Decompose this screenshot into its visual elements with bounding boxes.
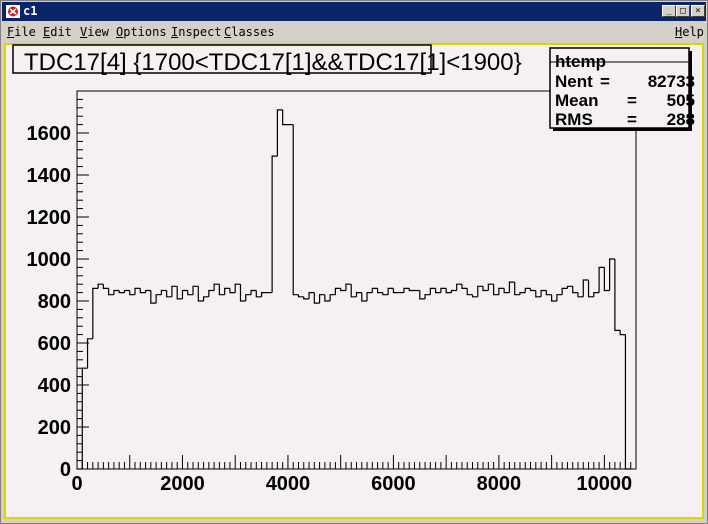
- x-tick-label: 4000: [266, 473, 311, 495]
- close-icon: ×: [695, 6, 701, 16]
- stats-label-rms: RMS: [555, 110, 593, 129]
- x-tick-label: 8000: [477, 473, 522, 495]
- menu-bar: File Edit View Options Inspect Classes H…: [2, 22, 706, 42]
- stats-eq-nent: =: [600, 72, 610, 91]
- y-tick-label: 800: [38, 291, 71, 313]
- y-tick-label: 1200: [27, 207, 72, 229]
- stats-label-nent: Nent: [555, 72, 593, 91]
- y-tick-label: 400: [38, 375, 71, 397]
- menu-file[interactable]: File: [7, 25, 36, 39]
- root-window: c1 _ □ × File Edit View Options Inspect …: [0, 0, 708, 524]
- maximize-icon: □: [680, 6, 686, 16]
- y-tick-label: 600: [38, 333, 71, 355]
- window-title: c1: [23, 4, 38, 18]
- menu-view[interactable]: View: [80, 25, 109, 39]
- minimize-icon: _: [666, 6, 672, 16]
- menu-options[interactable]: Options: [116, 25, 167, 39]
- root-logo-icon: [6, 5, 20, 18]
- x-tick-label: 6000: [371, 473, 416, 495]
- menu-edit[interactable]: Edit: [43, 25, 72, 39]
- stats-eq-rms: =: [627, 110, 637, 129]
- minimize-button[interactable]: _: [662, 5, 676, 17]
- y-tick-label: 0: [60, 459, 71, 481]
- stats-label-mean: Mean: [555, 91, 598, 110]
- close-button[interactable]: ×: [691, 5, 705, 17]
- x-tick-label: 10000: [577, 473, 633, 495]
- menu-inspect[interactable]: Inspect: [171, 25, 222, 39]
- canvas[interactable]: 0 2000 4000 6000 8000 10000 0 200 400 600 800 1000 1…: [4, 43, 704, 519]
- x-tick-label: 2000: [160, 473, 205, 495]
- stats-value-nent: 82733: [648, 72, 695, 91]
- stats-value-mean: 505: [667, 91, 695, 110]
- y-tick-label: 200: [38, 417, 71, 439]
- canvas-frame: 0 2000 4000 6000 8000 10000 0 200 400 600 800 1000 1…: [4, 43, 704, 519]
- maximize-button[interactable]: □: [676, 5, 690, 17]
- y-tick-label: 1000: [27, 249, 72, 271]
- menu-classes[interactable]: Classes: [224, 25, 275, 39]
- menu-help[interactable]: Help: [675, 25, 704, 39]
- x-tick-label: 0: [71, 473, 82, 495]
- y-tick-label: 1600: [27, 123, 72, 145]
- stats-name: htemp: [555, 52, 606, 71]
- stats-value-rms: 288: [667, 110, 695, 129]
- y-tick-label: 1400: [27, 165, 72, 187]
- stats-eq-mean: =: [627, 91, 637, 110]
- chart-title: TDC17[4] {1700<TDC17[1]&&TDC17[1]<1900}: [24, 49, 522, 76]
- title-bar[interactable]: c1 _ □ ×: [2, 2, 706, 21]
